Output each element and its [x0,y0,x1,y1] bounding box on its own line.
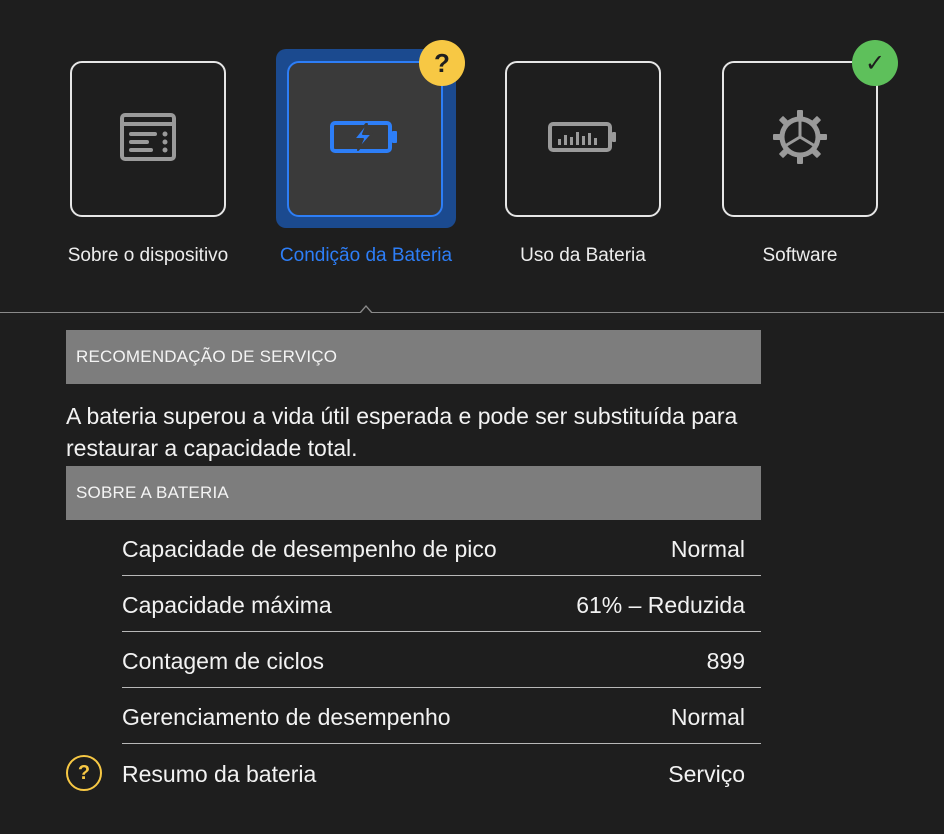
gear-icon [771,108,829,171]
battery-row-max-capacity: Capacidade máxima 61% – Reduzida [122,576,761,632]
row-value: Serviço [668,761,745,787]
success-badge: ✓ [852,40,898,86]
tab-tile[interactable] [70,61,226,217]
row-label: Gerenciamento de desempenho [122,704,451,730]
tab-label: Condição da Bateria [256,245,476,266]
tab-device-info[interactable]: Sobre o dispositivo [48,0,248,300]
battery-row-summary: Resumo da bateria Serviço [122,745,761,801]
battery-row-cycle-count: Contagem de ciclos 899 [122,632,761,688]
tab-tile[interactable] [722,61,878,217]
row-label: Contagem de ciclos [122,648,324,674]
battery-row-peak-performance: Capacidade de desempenho de pico Normal [122,520,761,576]
tab-label: Uso da Bateria [520,245,646,266]
service-recommendation-header: RECOMENDAÇÃO DE SERVIÇO [66,330,761,384]
row-value: Normal [670,536,745,562]
row-label: Resumo da bateria [122,761,317,787]
battery-charging-icon [330,120,400,159]
row-value: 899 [706,648,745,674]
tab-battery-usage[interactable]: Uso da Bateria [483,0,683,300]
about-battery-header: SOBRE A BATERIA [66,466,761,520]
row-label: Capacidade máxima [122,592,332,618]
question-mark-icon: ? [434,47,450,78]
service-recommendation-text: A bateria superou a vida útil esperada e… [66,403,738,461]
help-icon[interactable]: ? [66,755,102,791]
row-value: 61% – Reduzida [576,592,745,618]
tab-tile[interactable] [287,61,443,217]
row-label: Capacidade de desempenho de pico [122,536,497,562]
warning-badge: ? [419,40,465,86]
tab-divider [0,312,944,313]
battery-row-performance-management: Gerenciamento de desempenho Normal [122,688,761,744]
question-mark-icon: ? [77,761,91,784]
tab-tile[interactable] [505,61,661,217]
tab-label: Software [762,245,838,266]
battery-usage-icon [548,121,618,157]
battery-health-panel: Sobre o dispositivo Condição da Bateria … [0,0,944,834]
selected-tab-pointer-fill [360,307,372,314]
tab-label-text: Condição da Bateria [279,245,453,266]
device-info-icon [119,112,177,167]
tab-label: Sobre o dispositivo [67,245,229,266]
row-value: Normal [670,704,745,730]
checkmark-icon: ✓ [864,49,886,77]
